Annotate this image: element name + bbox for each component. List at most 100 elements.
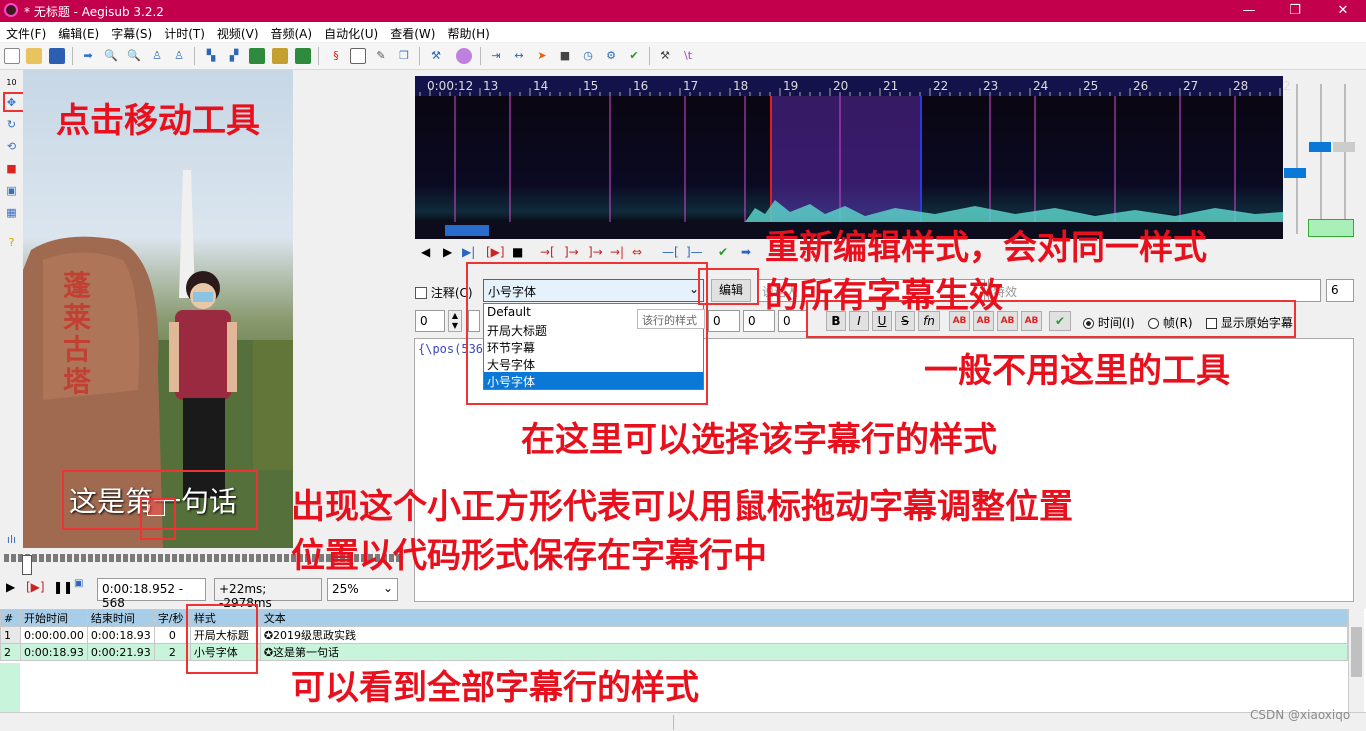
watermark: CSDN @xiaoxiqo <box>1250 708 1351 722</box>
copy-icon[interactable]: ❐ <box>396 48 412 64</box>
comment-checkbox[interactable]: 注释(C) <box>415 284 473 301</box>
spellcheck-icon[interactable]: § <box>328 48 344 64</box>
audio-volume-slider[interactable] <box>1309 142 1331 152</box>
annotation-edit-style-2: 的所有字幕生效 <box>765 276 1003 316</box>
vector-clip-icon[interactable]: ▦ <box>4 205 19 220</box>
annotation-edit-style-1: 重新编辑样式，会对同一样式 <box>765 228 1207 268</box>
zoom-select[interactable]: 25% ⌄ <box>327 578 398 601</box>
post-processor-icon[interactable]: ➤ <box>534 48 550 64</box>
save-icon[interactable] <box>49 48 65 64</box>
next-line-icon[interactable]: ▶ <box>443 245 452 259</box>
menu-audio[interactable]: 音频(A) <box>265 22 319 42</box>
help-icon[interactable]: ? <box>4 235 19 250</box>
audio-vertical-zoom-slider[interactable] <box>1333 142 1355 152</box>
clock-icon[interactable]: ◷ <box>580 48 596 64</box>
menu-help[interactable]: 帮助(H) <box>441 22 495 42</box>
new-file-icon[interactable] <box>4 48 20 64</box>
play-icon[interactable]: ▶ <box>6 580 15 594</box>
clip-icon[interactable]: ▣ <box>4 183 19 198</box>
tool-icon[interactable]: ♙ <box>149 48 165 64</box>
menu-automation[interactable]: 自动化(U) <box>318 22 384 42</box>
minimize-button[interactable]: — <box>1226 0 1272 22</box>
scale-icon[interactable]: ■ <box>4 161 19 176</box>
effect-field[interactable]: 特效 <box>988 279 1321 302</box>
grid-row-gutter <box>0 663 20 712</box>
stop-icon[interactable]: ■ <box>512 245 523 259</box>
toolbar: ➡ 🔍 🔍 ♙ ♙ ▚ ▞ § ✎ ❐ ⚒ ⇥ ↔ ➤ ■ ◷ ⚙ ✔ ⚒ \t <box>0 43 1366 70</box>
col-end: 结束时间 <box>86 609 155 627</box>
audio-sync-icon[interactable]: ılı <box>4 532 19 547</box>
play-to-end-icon[interactable]: →| <box>610 245 624 259</box>
jump-video-icon[interactable]: ➡ <box>80 48 96 64</box>
shift-times-icon[interactable]: ⇥ <box>488 48 504 64</box>
prev-line-icon[interactable]: ◀ <box>421 245 430 259</box>
audio-zoom-slider[interactable] <box>1284 168 1306 178</box>
annotation-select-style: 在这里可以选择该字幕行的样式 <box>521 420 997 460</box>
options-icon[interactable]: ⚒ <box>657 48 673 64</box>
grid-scrollbar[interactable] <box>1348 609 1364 712</box>
tag-icon[interactable]: \t <box>680 48 696 64</box>
audio-display[interactable]: 0:00:12 13 14 15 16 17 18 19 20 21 22 23 24 25 26 27 28 2 <box>415 76 1291 239</box>
play-line-icon[interactable]: [▶] <box>26 580 45 594</box>
menu-video[interactable]: 视频(V) <box>211 22 265 42</box>
run-automation-icon[interactable]: ⚒ <box>428 48 444 64</box>
open-folder-icon[interactable] <box>26 48 42 64</box>
layer-spinner[interactable]: ▲ ▼ <box>448 310 462 332</box>
tool-icon[interactable]: ♙ <box>171 48 187 64</box>
go-next-icon[interactable]: ➡ <box>741 245 751 259</box>
kanji-timer-icon[interactable]: ■ <box>557 48 573 64</box>
standard-tool-icon[interactable]: 10 <box>4 75 19 90</box>
character-icon[interactable] <box>456 48 472 64</box>
zoom-out-icon[interactable]: 🔍 <box>126 48 142 64</box>
video-time-field[interactable]: 0:00:18.952 - 568 <box>97 578 206 610</box>
attachments-icon[interactable] <box>249 48 265 64</box>
auto-scroll-icon[interactable]: ▣ <box>74 578 83 589</box>
play-before-icon[interactable]: ▶| <box>462 245 475 259</box>
audio-waveform[interactable] <box>415 96 1283 222</box>
menu-view[interactable]: 查看(W) <box>384 22 441 42</box>
resample-icon[interactable] <box>295 48 311 64</box>
play-after-icon[interactable]: ]→ <box>588 245 603 259</box>
play-selection-icon[interactable]: [▶] <box>486 245 505 259</box>
commit-icon[interactable]: ✔ <box>718 245 728 259</box>
aegisub-logo-icon <box>4 3 18 17</box>
annotation-not-used: 一般不用这里的工具 <box>924 351 1230 391</box>
properties-icon[interactable]: ▚ <box>203 48 219 64</box>
play-end-icon[interactable]: ]→ <box>564 245 579 259</box>
maximize-button[interactable]: ❐ <box>1272 0 1318 22</box>
row-text: ✪2019级思政实践 <box>259 626 1349 644</box>
play-range-icon[interactable]: ⇔ <box>632 245 642 259</box>
fonts-collector-icon[interactable] <box>272 48 288 64</box>
audio-volume-track <box>1320 84 1322 234</box>
seek-thumb[interactable] <box>22 555 32 575</box>
zoom-in-icon[interactable]: 🔍 <box>103 48 119 64</box>
menu-timing[interactable]: 计时(T) <box>158 22 211 42</box>
pause-icon[interactable]: ❚❚ <box>53 580 73 594</box>
col-num: # <box>0 609 21 627</box>
rotate-z-icon[interactable]: ↻ <box>4 117 19 132</box>
layer-field[interactable]: 0 <box>415 310 445 332</box>
menu-edit[interactable]: 编辑(E) <box>52 22 105 42</box>
menu-file[interactable]: 文件(F) <box>0 22 52 42</box>
check-icon[interactable]: ✔ <box>626 48 642 64</box>
link-toggle[interactable] <box>1308 219 1354 237</box>
lead-out-icon[interactable]: ]— <box>686 245 703 259</box>
ruler-label: 20 <box>833 79 849 93</box>
menu-subtitle[interactable]: 字幕(S) <box>105 22 158 42</box>
ruler-label: 2 <box>1283 79 1291 93</box>
rotate-xy-icon[interactable]: ⟲ <box>4 139 19 154</box>
lead-in-icon[interactable]: —[ <box>662 245 679 259</box>
row-end: 0:00:21.93 <box>86 643 155 661</box>
ruler-label: 27 <box>1183 79 1199 93</box>
close-button[interactable]: ✕ <box>1320 0 1366 22</box>
ruler-label: 21 <box>883 79 899 93</box>
play-start-icon[interactable]: →[ <box>540 245 555 259</box>
visual-typesetting-icon[interactable]: ⚙ <box>603 48 619 64</box>
timing-icon[interactable]: ↔ <box>511 48 527 64</box>
translation-icon[interactable] <box>350 48 366 64</box>
margin-left-field[interactable]: 0 <box>708 310 740 332</box>
styles-icon[interactable]: ▞ <box>226 48 242 64</box>
audio-vertical-zoom-track <box>1344 84 1346 234</box>
audio-scroll-thumb[interactable] <box>445 225 489 236</box>
pencil-icon[interactable]: ✎ <box>373 48 389 64</box>
